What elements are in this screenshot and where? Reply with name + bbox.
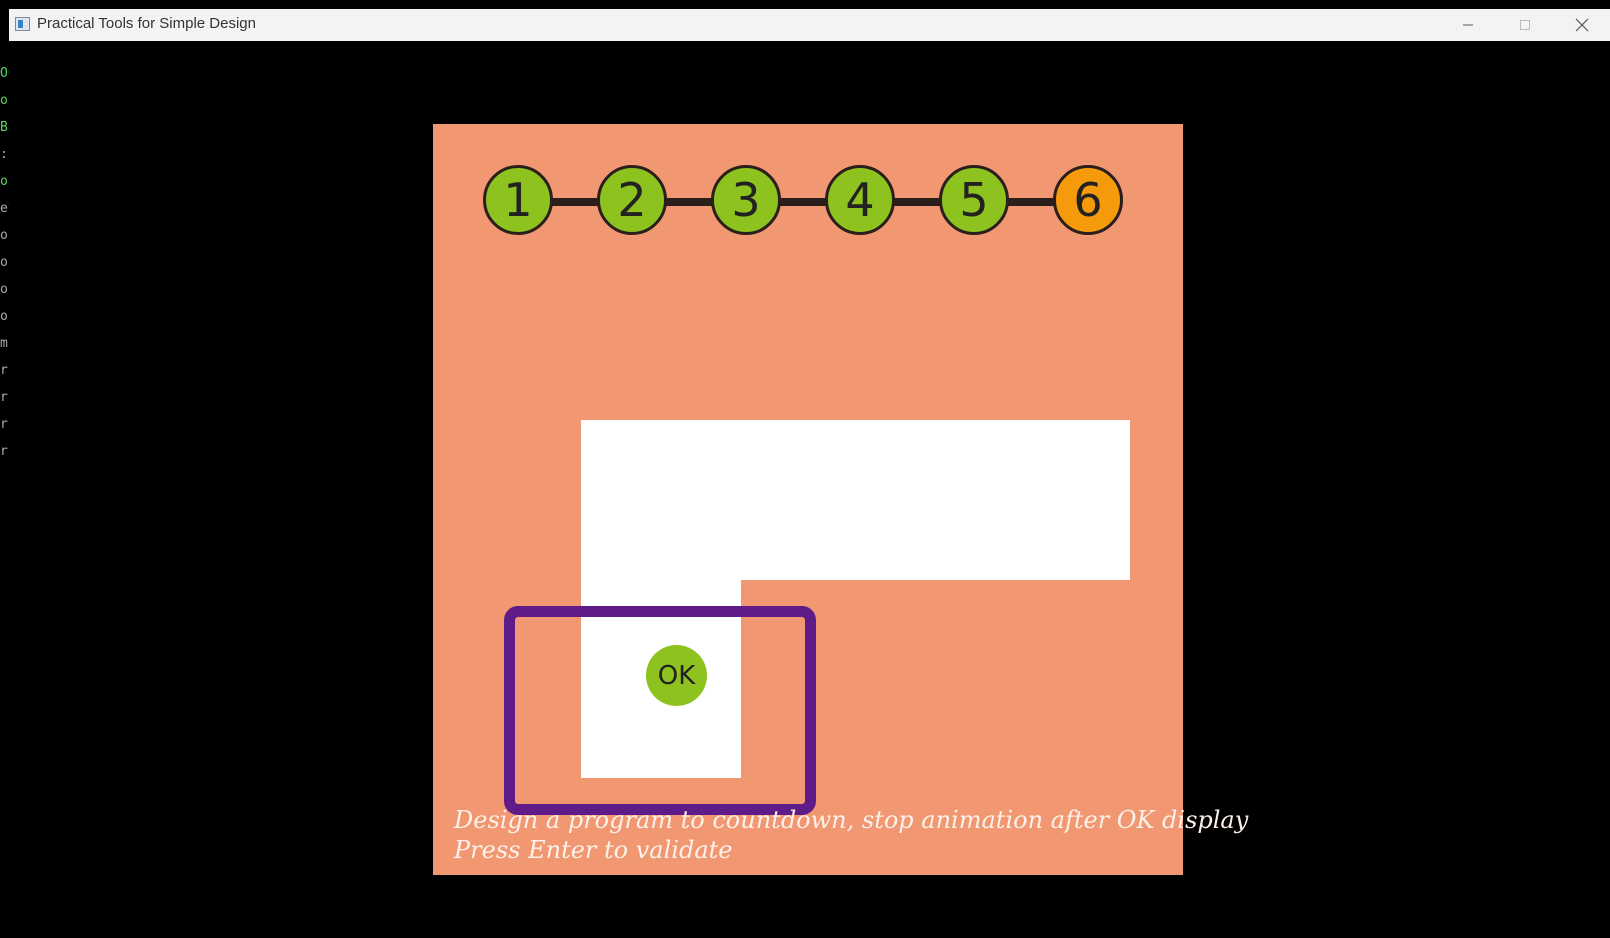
step-5: 5 — [939, 165, 1009, 235]
step-6: 6 — [1053, 165, 1123, 235]
display-area-top — [581, 420, 1130, 580]
maximize-button[interactable] — [1497, 9, 1553, 41]
selection-frame — [504, 606, 816, 815]
close-icon — [1575, 18, 1589, 32]
app-icon — [15, 17, 30, 31]
instructions: Design a program to countdown, stop anim… — [454, 805, 1248, 865]
ok-badge[interactable]: OK — [646, 645, 707, 706]
instruction-line-1: Design a program to countdown, stop anim… — [454, 806, 1249, 834]
app-window: Practical Tools for Simple Design 1 2 3 … — [9, 9, 1610, 938]
close-button[interactable] — [1554, 9, 1610, 41]
step-3: 3 — [711, 165, 781, 235]
step-2: 2 — [597, 165, 667, 235]
window-title: Practical Tools for Simple Design — [37, 15, 256, 32]
title-bar[interactable]: Practical Tools for Simple Design — [9, 9, 1610, 42]
step-4: 4 — [825, 165, 895, 235]
minimize-button[interactable] — [1440, 9, 1496, 41]
client-area: 1 2 3 4 5 6 OK Design a program to count… — [9, 41, 1610, 938]
instruction-line-2: Press Enter to validate — [454, 836, 733, 864]
maximize-icon — [1520, 20, 1530, 30]
game-canvas[interactable]: 1 2 3 4 5 6 OK Design a program to count… — [433, 124, 1248, 875]
step-1: 1 — [483, 165, 553, 235]
minimize-icon — [1463, 24, 1473, 26]
